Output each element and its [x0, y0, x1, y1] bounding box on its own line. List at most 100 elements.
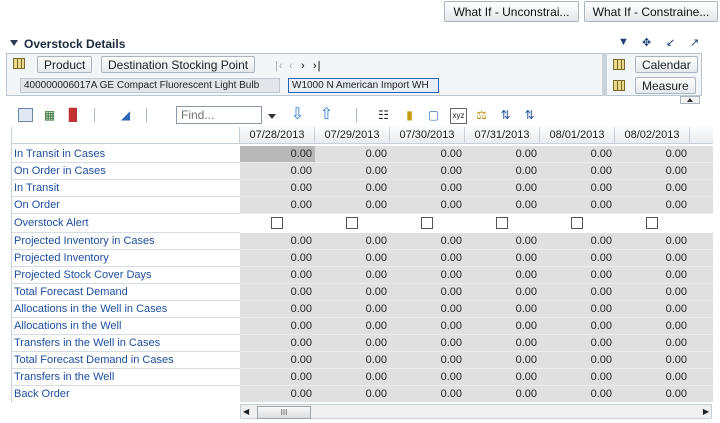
grid-cell[interactable]: 0.00 — [315, 180, 390, 197]
measure-dimension-chip[interactable]: Measure — [635, 77, 696, 94]
row-header[interactable]: Allocations in the Well in Cases — [12, 301, 240, 318]
grid-cell[interactable]: 0.00 — [615, 233, 690, 250]
bar-chart-icon[interactable]: ▉ — [66, 108, 81, 122]
column-settings-icon[interactable]: ☷ — [376, 108, 391, 122]
column-header[interactable]: 08/02/2013 — [615, 127, 690, 144]
format-icon[interactable]: xyz — [450, 108, 467, 124]
grid-cell[interactable]: 0.00 — [615, 386, 690, 402]
grid-cell[interactable]: 0.00 — [240, 318, 315, 335]
grid-cell[interactable]: 0.00 — [390, 163, 465, 180]
column-header[interactable]: 07/28/2013 — [240, 127, 315, 144]
dropdown-menu-icon[interactable]: ▼ — [618, 36, 629, 48]
grid-cell[interactable]: 0.00 — [315, 267, 390, 284]
grid-cell[interactable]: 0.00 — [390, 369, 465, 386]
grid-cell[interactable]: 0.00 — [540, 369, 615, 386]
grid-cell[interactable]: 0.00 — [315, 335, 390, 352]
lock-icon[interactable]: ⚖ — [474, 108, 489, 122]
grid-cell[interactable]: 0.00 — [240, 163, 315, 180]
grid-cell[interactable]: 0.00 — [240, 352, 315, 369]
area-chart-icon[interactable]: ◢ — [118, 108, 133, 122]
grid-cell[interactable] — [690, 352, 713, 369]
first-page-icon[interactable]: |‹ — [275, 60, 284, 72]
what-if-constrained-button[interactable]: What If - Constraine... — [584, 1, 718, 22]
last-page-icon[interactable]: ›| — [313, 60, 322, 72]
grid-cell[interactable]: 0.00 — [540, 163, 615, 180]
grid-cell[interactable]: 0.00 — [615, 146, 690, 163]
grid-cell[interactable] — [690, 233, 713, 250]
column-header[interactable]: 08/0 — [690, 127, 713, 144]
destination-stocking-point-chip[interactable]: Destination Stocking Point — [101, 56, 256, 73]
grid-cell[interactable]: 0.00 — [240, 146, 315, 163]
grid-cell[interactable] — [690, 318, 713, 335]
grid-cell[interactable]: 0.00 — [615, 335, 690, 352]
row-header[interactable]: Projected Inventory — [12, 250, 240, 267]
grid-cell[interactable]: 0.00 — [390, 352, 465, 369]
grid-cell[interactable] — [690, 197, 713, 214]
grid-cell[interactable]: 0.00 — [540, 146, 615, 163]
scroll-right-icon[interactable]: ▶ — [703, 407, 709, 416]
grid-cell[interactable]: 0.00 — [615, 180, 690, 197]
grid-cell[interactable]: 0.00 — [615, 301, 690, 318]
move-icon[interactable]: ✥ — [642, 36, 651, 49]
grid-cell[interactable]: 0.00 — [615, 250, 690, 267]
product-dimension-chip[interactable]: Product — [37, 56, 93, 73]
sort-ascending-icon[interactable]: ⇅ — [498, 108, 513, 122]
calendar-dimension-chip[interactable]: Calendar — [635, 56, 698, 73]
grid-cell[interactable]: 0.00 — [540, 352, 615, 369]
grid-cell[interactable]: 0.00 — [465, 163, 540, 180]
grid-cell[interactable]: 0.00 — [315, 146, 390, 163]
grid-cell[interactable] — [690, 163, 713, 180]
grid-cell[interactable] — [690, 335, 713, 352]
grid-cell[interactable]: 0.00 — [240, 180, 315, 197]
row-header[interactable]: In Transit in Cases — [12, 146, 240, 163]
grid-cell[interactable]: 0.00 — [390, 386, 465, 402]
grid-cell[interactable]: 0.00 — [540, 197, 615, 214]
row-header[interactable]: Transfers in the Well — [12, 369, 240, 386]
grid-cell[interactable]: 0.00 — [390, 197, 465, 214]
grid-cell[interactable]: 0.00 — [465, 301, 540, 318]
find-next-icon[interactable]: ⇩ — [290, 107, 305, 123]
row-header[interactable]: In Transit — [12, 180, 240, 197]
grid-cell[interactable]: 0.00 — [465, 318, 540, 335]
grid-cell[interactable]: 0.00 — [540, 180, 615, 197]
grid-cell[interactable]: 0.00 — [465, 250, 540, 267]
grid-cell[interactable]: 0.00 — [315, 352, 390, 369]
grid-cell[interactable]: 0.00 — [390, 267, 465, 284]
grid-cell[interactable]: 0.00 — [315, 250, 390, 267]
overstock-alert-checkbox[interactable] — [571, 217, 583, 229]
grid-cell[interactable] — [690, 369, 713, 386]
split-icon[interactable]: ▢ — [426, 108, 441, 122]
find-input[interactable] — [176, 106, 262, 124]
maximize-icon[interactable]: ↗ — [690, 36, 699, 49]
grid-cell[interactable]: 0.00 — [315, 386, 390, 402]
previous-page-icon[interactable]: ‹ — [289, 60, 294, 72]
row-header[interactable]: Transfers in the Well in Cases — [12, 335, 240, 352]
grid-cell[interactable]: 0.00 — [390, 233, 465, 250]
row-header[interactable]: Back Order — [12, 386, 240, 402]
grid-cell[interactable]: 0.00 — [465, 369, 540, 386]
row-header[interactable]: Allocations in the Well — [12, 318, 240, 335]
grid-cell[interactable]: 0.00 — [465, 197, 540, 214]
grid-cell[interactable]: 0.00 — [465, 284, 540, 301]
grid-cell[interactable]: 0.00 — [315, 318, 390, 335]
column-header[interactable]: 08/01/2013 — [540, 127, 615, 144]
grid-cell[interactable] — [690, 386, 713, 402]
grid-cell[interactable]: 0.00 — [540, 335, 615, 352]
grid-cell[interactable]: 0.00 — [540, 250, 615, 267]
grid-cell[interactable]: 0.00 — [465, 352, 540, 369]
grid-cell[interactable]: 0.00 — [615, 197, 690, 214]
grid-cell[interactable]: 0.00 — [315, 369, 390, 386]
grid-cell[interactable]: 0.00 — [615, 267, 690, 284]
grid-cell[interactable]: 0.00 — [315, 284, 390, 301]
grid-cell[interactable]: 0.00 — [615, 352, 690, 369]
grid-cell[interactable]: 0.00 — [540, 267, 615, 284]
table-view-icon[interactable] — [18, 108, 33, 122]
grid-cell[interactable] — [690, 250, 713, 267]
grid-cell[interactable]: 0.00 — [240, 386, 315, 402]
grid-cell[interactable]: 0.00 — [540, 386, 615, 402]
grid-cell[interactable]: 0.00 — [615, 318, 690, 335]
grid-cell[interactable]: 0.00 — [390, 284, 465, 301]
overstock-alert-checkbox[interactable] — [271, 217, 283, 229]
row-header[interactable]: Overstock Alert — [12, 214, 240, 233]
grid-cell[interactable]: 0.00 — [390, 250, 465, 267]
